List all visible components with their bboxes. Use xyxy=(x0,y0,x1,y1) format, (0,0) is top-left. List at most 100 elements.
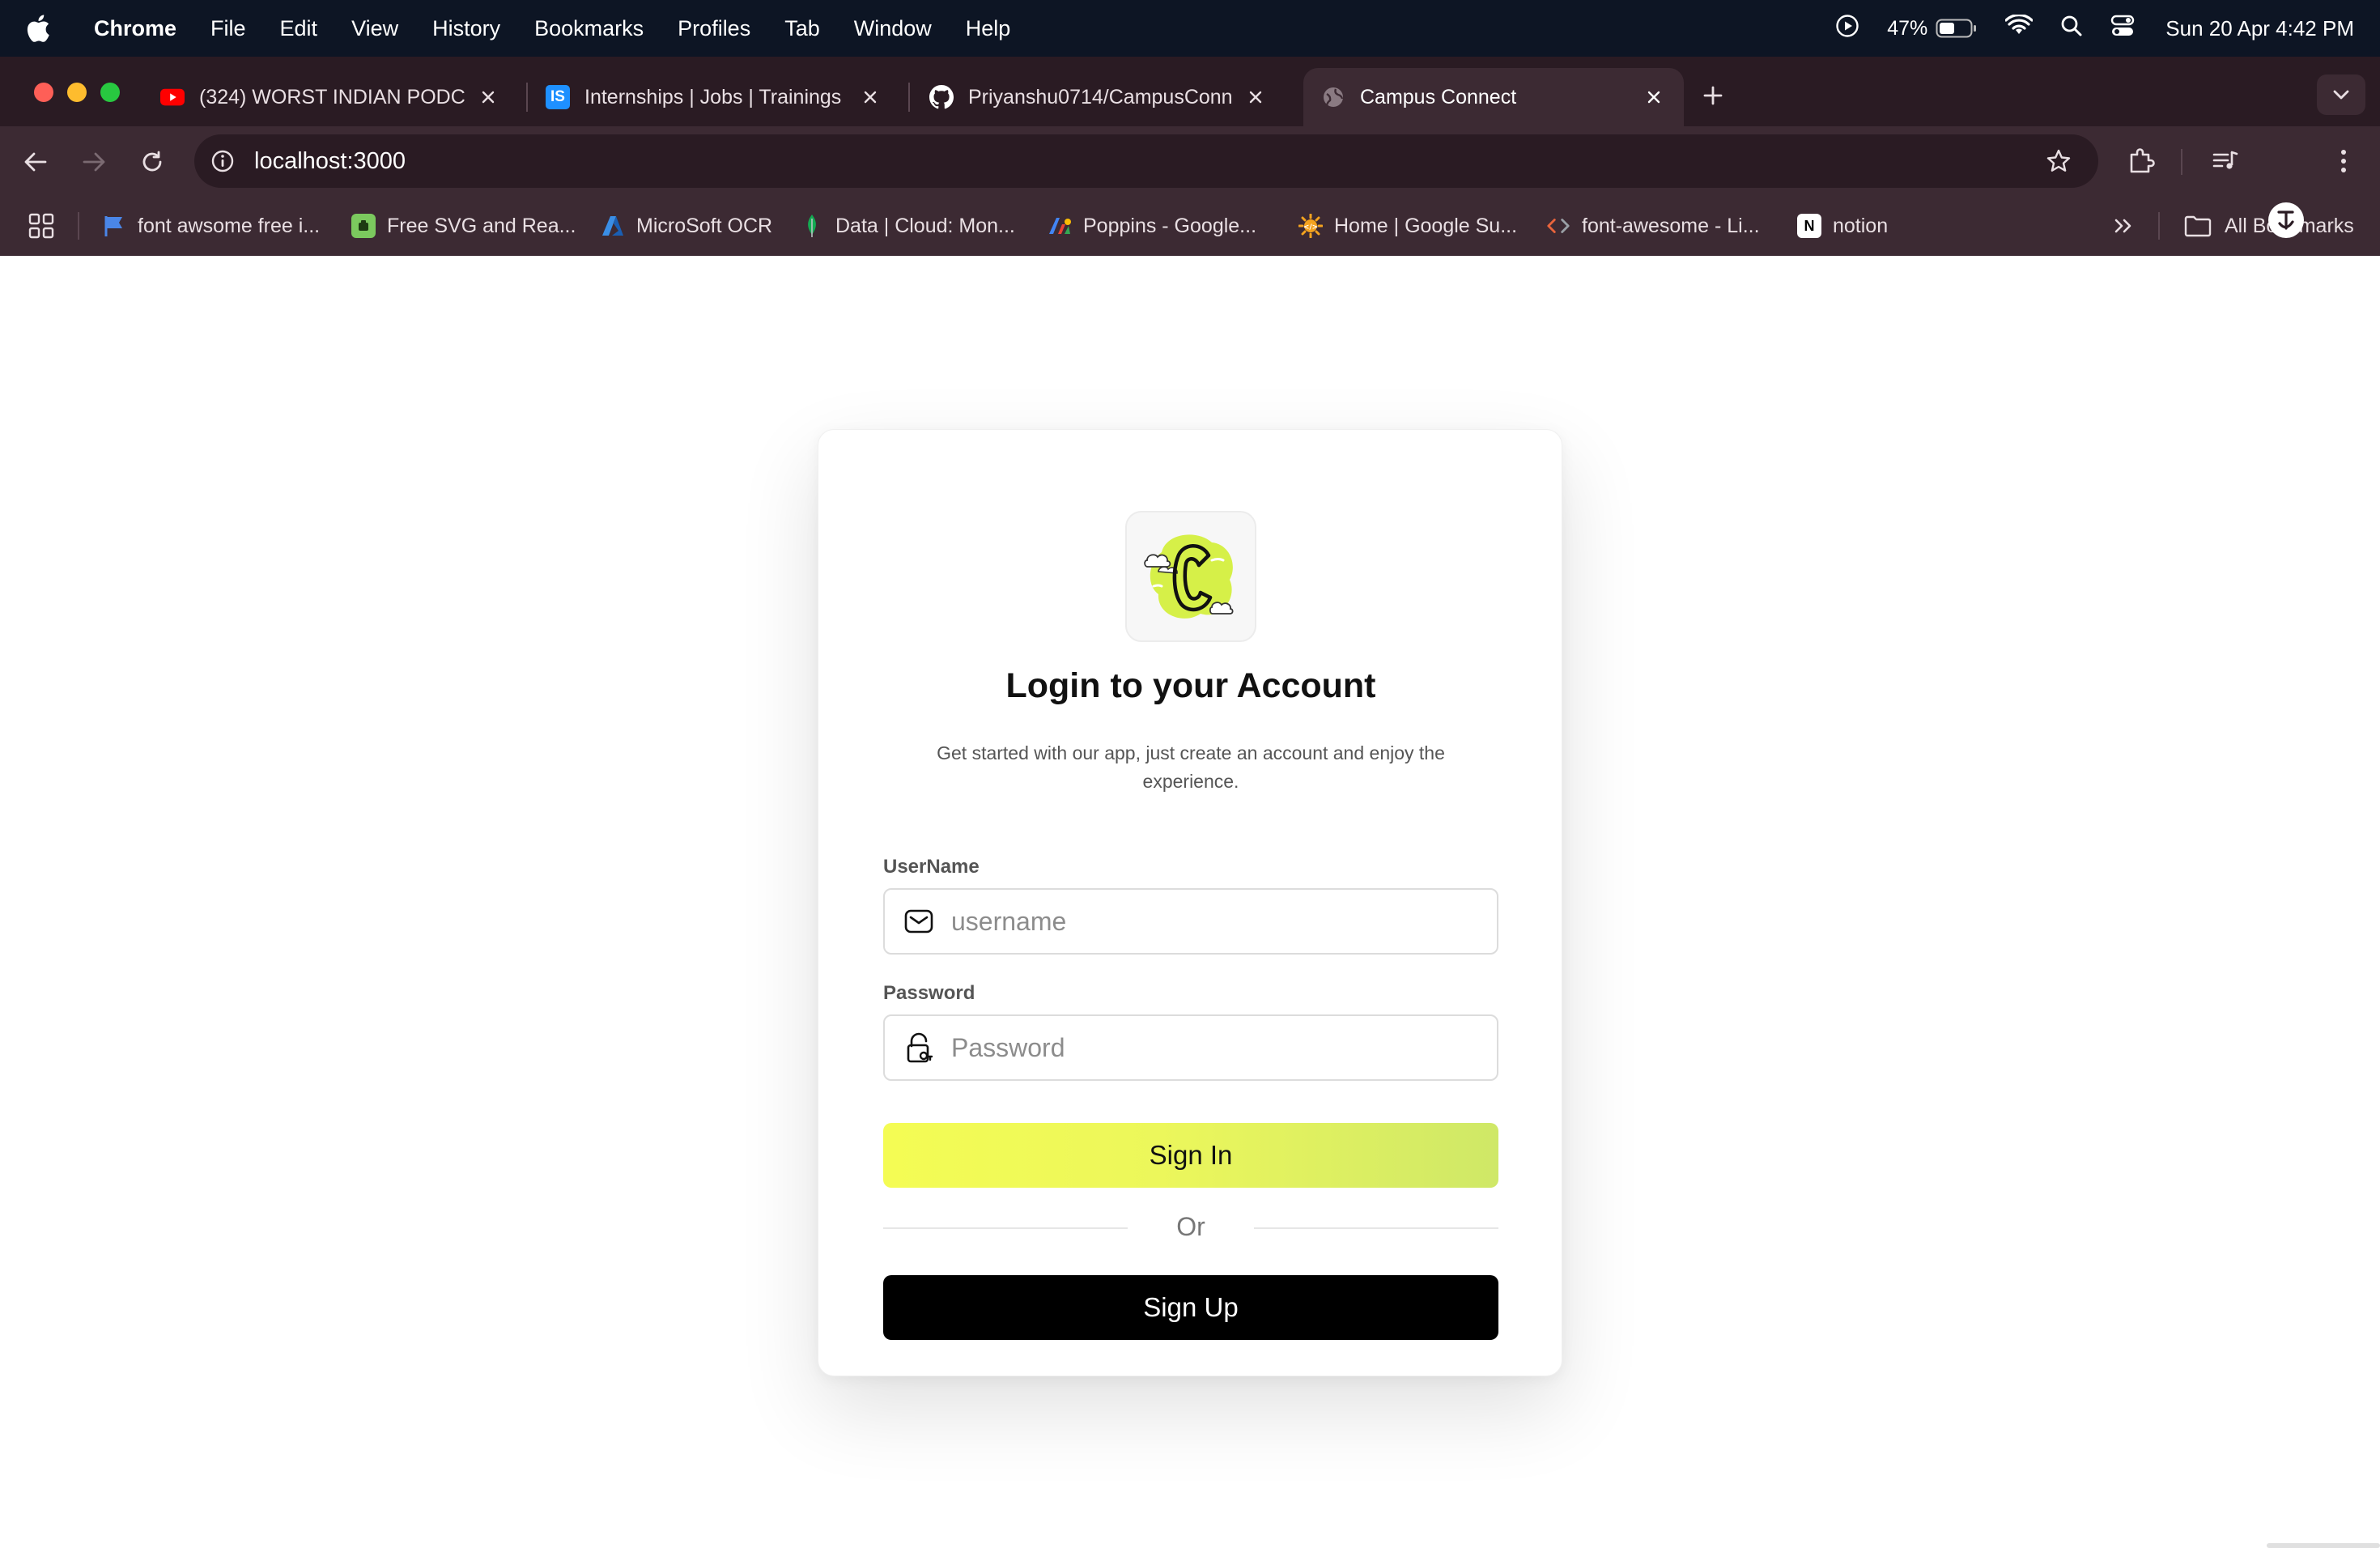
menu-window[interactable]: Window xyxy=(854,16,932,41)
macos-menu-bar: Chrome File Edit View History Bookmarks … xyxy=(0,0,2380,57)
bookmark-item[interactable]: </> Home | Google Su... xyxy=(1298,211,1517,241)
bookmark-label: notion xyxy=(1833,214,1889,237)
code-icon xyxy=(1546,214,1570,238)
bookmark-item[interactable]: MicroSoft OCR xyxy=(601,211,772,241)
bookmark-item[interactable]: Free SVG and Rea... xyxy=(351,211,576,241)
bookmark-item[interactable]: font-awesome - Li... xyxy=(1546,211,1760,241)
site-info-icon[interactable] xyxy=(207,146,238,176)
menubar-clock[interactable]: Sun 20 Apr 4:42 PM xyxy=(2165,16,2354,41)
login-card: Login to your Account Get started with o… xyxy=(818,429,1562,1376)
more-bookmarks-chevron-icon[interactable] xyxy=(2108,211,2139,241)
battery-percent: 47% xyxy=(1887,16,1928,40)
menu-profiles[interactable]: Profiles xyxy=(678,16,750,41)
menu-file[interactable]: File xyxy=(210,16,246,41)
new-tab-plus-icon[interactable] xyxy=(1697,79,1729,112)
media-play-icon[interactable] xyxy=(1835,14,1859,44)
menu-bookmarks[interactable]: Bookmarks xyxy=(534,16,644,41)
password-input[interactable] xyxy=(951,1032,1485,1063)
apps-grid-icon[interactable] xyxy=(28,212,55,240)
tab-campus-connect[interactable]: Campus Connect xyxy=(1303,68,1684,126)
login-subtitle: Get started with our app, just create an… xyxy=(937,742,1445,792)
browser-toolbar: localhost:3000 xyxy=(0,126,2380,196)
password-field[interactable] xyxy=(883,1014,1498,1081)
google-summer-icon: </> xyxy=(1298,214,1323,238)
menu-help[interactable]: Help xyxy=(966,16,1011,41)
address-url[interactable]: localhost:3000 xyxy=(254,148,406,175)
tab-title: Internships | Jobs | Trainings & xyxy=(584,85,847,108)
username-field[interactable] xyxy=(883,888,1498,955)
mongodb-leaf-icon xyxy=(800,214,824,238)
github-icon xyxy=(929,85,954,109)
web-page: Login to your Account Get started with o… xyxy=(0,256,2380,1548)
extensions-puzzle-icon[interactable] xyxy=(2123,142,2160,180)
profile-avatar[interactable] xyxy=(2268,202,2304,238)
menu-app-name[interactable]: Chrome xyxy=(94,16,176,41)
bookmark-item[interactable]: Data | Cloud: Mon... xyxy=(800,211,1015,241)
bookmark-label: Poppins - Google... xyxy=(1083,214,1257,237)
password-label: Password xyxy=(883,982,975,1004)
horizontal-scrollbar[interactable] xyxy=(2267,1543,2380,1548)
sign-up-button[interactable]: Sign Up xyxy=(883,1275,1498,1340)
bookmark-label: Home | Google Su... xyxy=(1334,214,1518,237)
internshala-icon: IS xyxy=(546,85,570,109)
reload-icon[interactable] xyxy=(134,144,170,180)
flag-icon xyxy=(102,214,126,238)
username-label: UserName xyxy=(883,856,980,878)
window-maximize-button[interactable] xyxy=(100,83,120,102)
apple-logo-icon[interactable] xyxy=(26,14,52,43)
folder-icon xyxy=(2184,215,2212,237)
divider-line-right xyxy=(1254,1227,1498,1229)
tab-youtube[interactable]: (324) WORST INDIAN PODCA xyxy=(142,68,518,126)
username-input[interactable] xyxy=(951,906,1485,937)
back-arrow-icon[interactable] xyxy=(18,144,53,180)
toolbar-separator xyxy=(2181,149,2182,175)
battery-icon xyxy=(1936,19,1977,38)
bookmark-item[interactable]: Poppins - Google... xyxy=(1048,211,1256,241)
tab-title: (324) WORST INDIAN PODCA xyxy=(199,85,465,108)
campus-connect-logo-icon xyxy=(1144,534,1234,619)
tab-search-chevron-icon[interactable] xyxy=(2317,74,2365,115)
media-queue-icon[interactable] xyxy=(2207,142,2244,180)
tab-title: Priyanshu0714/CampusConne xyxy=(968,85,1232,108)
globe-icon xyxy=(1321,85,1345,109)
status-area: 47% Sun 20 Apr 4:42 PM xyxy=(1835,13,2354,44)
tab-close-icon[interactable] xyxy=(858,85,882,109)
tab-separator xyxy=(908,83,910,112)
bookmark-label: Free SVG and Rea... xyxy=(387,214,576,237)
azure-icon xyxy=(601,214,625,238)
menu-tab[interactable]: Tab xyxy=(784,16,820,41)
tab-internshala[interactable]: IS Internships | Jobs | Trainings & xyxy=(528,68,900,126)
window-close-button[interactable] xyxy=(34,83,53,102)
control-center-icon[interactable] xyxy=(2110,15,2135,43)
chrome-menu-kebab-icon[interactable] xyxy=(2325,142,2362,180)
bookmark-item[interactable]: N notion xyxy=(1797,211,1888,241)
menu-edit[interactable]: Edit xyxy=(280,16,318,41)
address-bar[interactable]: localhost:3000 xyxy=(194,134,2098,188)
tab-close-icon[interactable] xyxy=(476,85,500,109)
menu-view[interactable]: View xyxy=(351,16,398,41)
login-title: Login to your Account xyxy=(1005,666,1376,705)
sign-in-button[interactable]: Sign In xyxy=(883,1123,1498,1188)
bookmark-label: font-awesome - Li... xyxy=(1582,214,1760,237)
bookmark-item[interactable]: font awsome free i... xyxy=(102,211,320,241)
tab-github[interactable]: Priyanshu0714/CampusConne xyxy=(912,68,1286,126)
wifi-icon[interactable] xyxy=(2004,13,2034,43)
tab-close-icon[interactable] xyxy=(1243,85,1268,109)
forward-arrow-icon[interactable] xyxy=(76,144,112,180)
campus-connect-logo xyxy=(1125,511,1256,642)
bookmark-separator xyxy=(78,212,79,240)
tab-close-icon[interactable] xyxy=(1642,85,1666,109)
lock-icon xyxy=(903,1031,935,1064)
bookmark-label: MicroSoft OCR xyxy=(636,214,773,237)
tab-strip: (324) WORST INDIAN PODCA IS Internships … xyxy=(0,57,2380,126)
notion-icon: N xyxy=(1797,214,1821,238)
battery-status[interactable]: 47% xyxy=(1887,17,1978,40)
svg-text:</>: </> xyxy=(1303,223,1318,232)
bookmark-star-icon[interactable] xyxy=(2043,146,2074,176)
window-minimize-button[interactable] xyxy=(67,83,87,102)
spotlight-search-icon[interactable] xyxy=(2060,15,2083,43)
bookmark-separator xyxy=(2158,212,2160,240)
bookmark-label: font awsome free i... xyxy=(138,214,321,237)
menu-history[interactable]: History xyxy=(432,16,500,41)
envelope-icon xyxy=(903,905,935,938)
